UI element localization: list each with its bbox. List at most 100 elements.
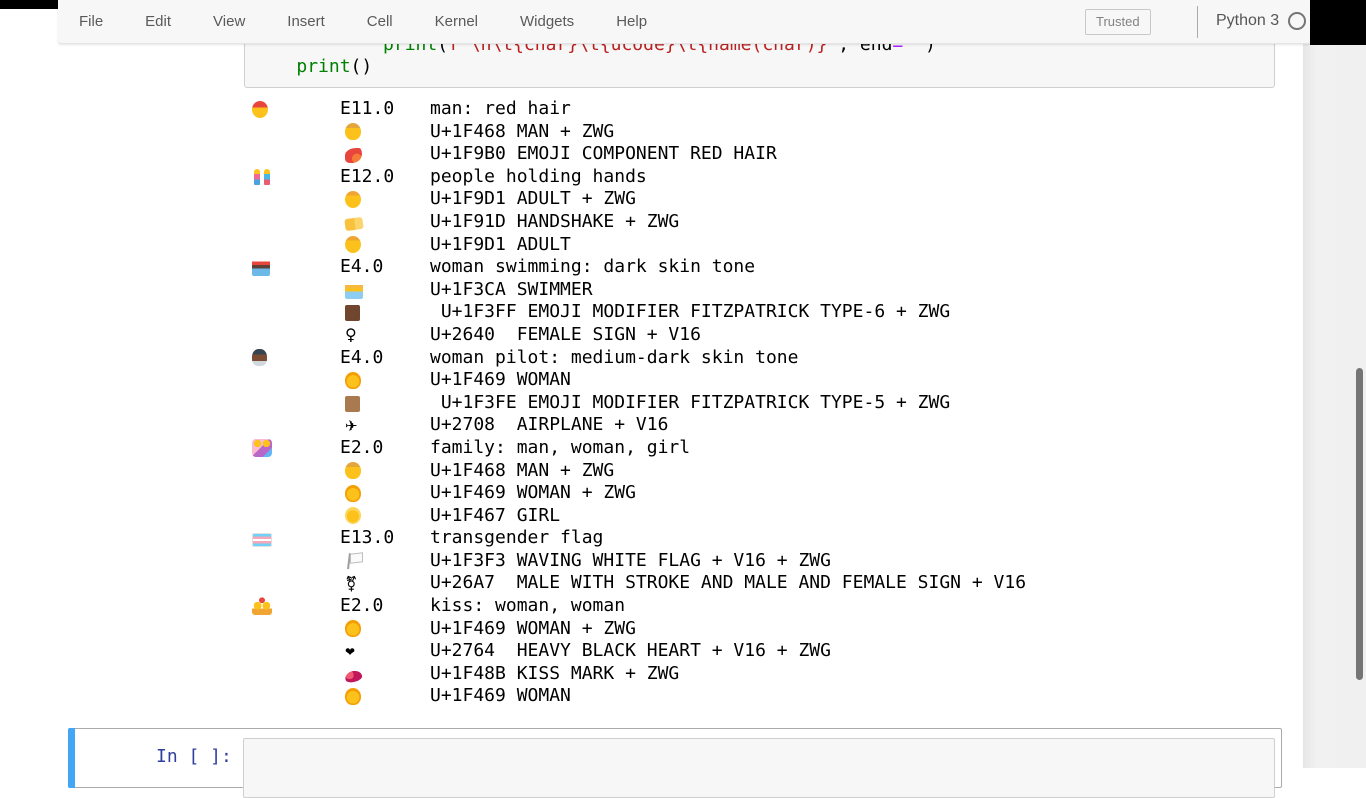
- emoji-man-icon: [345, 123, 361, 140]
- selected-cell-indicator: [68, 728, 75, 788]
- emoji-component-row: U+1F467 GIRL: [252, 505, 1026, 528]
- emoji-sequence-row: E13.0transgender flag: [252, 527, 1026, 550]
- airplane-icon: ✈: [345, 417, 363, 435]
- white-flag-icon: [345, 552, 363, 570]
- codepoint-text: U+1F9D1 ADULT + ZWG: [430, 188, 636, 211]
- codepoint-text: U+1F467 GIRL: [430, 505, 560, 528]
- emoji-version: E4.0: [340, 347, 430, 370]
- emoji-woman-swimming-dark-icon: [252, 260, 270, 276]
- codepoint-text: U+1F468 MAN + ZWG: [430, 121, 614, 144]
- emoji-component-row: U+1F3CA SWIMMER: [252, 279, 1026, 302]
- emoji-name: woman pilot: medium-dark skin tone: [430, 347, 798, 370]
- emoji-component-row: U+1F3F3 WAVING WHITE FLAG + V16 + ZWG: [252, 550, 1026, 573]
- codepoint-text: U+1F3FE EMOJI MODIFIER FITZPATRICK TYPE-…: [430, 392, 950, 415]
- heart-icon: ❤: [345, 643, 363, 661]
- emoji-component-row: U+1F468 MAN + ZWG: [252, 460, 1026, 483]
- emoji-woman-icon: [345, 485, 361, 502]
- emoji-dark-skin-tone-icon: [345, 305, 360, 321]
- emoji-component-row: U+1F3FE EMOJI MODIFIER FITZPATRICK TYPE-…: [252, 392, 1026, 415]
- codepoint-text: U+26A7 MALE WITH STROKE AND MALE AND FEM…: [430, 572, 1026, 595]
- kernel-name: Python 3: [1216, 12, 1279, 30]
- emoji-version: E12.0: [340, 166, 430, 189]
- codepoint-text: U+1F468 MAN + ZWG: [430, 460, 614, 483]
- emoji-kiss-mark-icon: [344, 669, 363, 684]
- emoji-name: woman swimming: dark skin tone: [430, 256, 755, 279]
- emoji-family-icon: [252, 439, 272, 457]
- menu-item-cell[interactable]: Cell: [346, 0, 414, 43]
- menu-item-kernel[interactable]: Kernel: [414, 0, 499, 43]
- codepoint-text: U+1F469 WOMAN: [430, 369, 571, 392]
- kernel-divider: [1197, 6, 1198, 38]
- code-input-area[interactable]: [243, 738, 1275, 798]
- emoji-adult-icon: [345, 236, 361, 253]
- notebook-menubar: File Edit View Insert Cell Kernel Widget…: [58, 0, 1310, 44]
- female-sign-icon: ♀: [345, 326, 363, 344]
- emoji-handshake-icon: [344, 217, 363, 231]
- emoji-name: man: red hair: [430, 98, 571, 121]
- transgender-sign-icon: ⚧: [345, 575, 363, 593]
- selected-code-cell[interactable]: In [ ]:: [68, 728, 1282, 788]
- emoji-woman-icon: [345, 688, 361, 705]
- cell-output: E11.0man: red hair U+1F468 MAN + ZWG U+1…: [252, 98, 1026, 708]
- emoji-component-row: ♀ U+2640 FEMALE SIGN + V16: [252, 324, 1026, 347]
- codepoint-text: U+1F3FF EMOJI MODIFIER FITZPATRICK TYPE-…: [430, 301, 950, 324]
- emoji-component-row: U+1F468 MAN + ZWG: [252, 121, 1026, 144]
- codepoint-text: U+1F9D1 ADULT: [430, 234, 571, 257]
- emoji-sequence-row: E2.0family: man, woman, girl: [252, 437, 1026, 460]
- emoji-swimmer-icon: [345, 283, 363, 299]
- emoji-version: E2.0: [340, 437, 430, 460]
- emoji-man-red-hair-icon: [252, 101, 268, 118]
- emoji-component-row: ✈ U+2708 AIRPLANE + V16: [252, 414, 1026, 437]
- emoji-name: kiss: woman, woman: [430, 595, 625, 618]
- codepoint-text: U+1F3CA SWIMMER: [430, 279, 593, 302]
- codepoint-text: U+1F469 WOMAN + ZWG: [430, 618, 636, 641]
- emoji-version: E4.0: [340, 256, 430, 279]
- emoji-transgender-flag-icon: [252, 533, 272, 547]
- scrollbar-thumb[interactable]: [1356, 368, 1363, 680]
- codepoint-text: U+1F469 WOMAN + ZWG: [430, 482, 636, 505]
- emoji-red-hair-icon: [345, 148, 362, 163]
- emoji-man-icon: [345, 462, 361, 479]
- codepoint-text: U+1F48B KISS MARK + ZWG: [430, 663, 679, 686]
- emoji-sequence-row: E11.0man: red hair: [252, 98, 1026, 121]
- emoji-version: E13.0: [340, 527, 430, 550]
- emoji-adult-icon: [345, 191, 361, 208]
- menu-item-view[interactable]: View: [192, 0, 266, 43]
- window-corner-edge: [1310, 0, 1366, 45]
- codepoint-text: U+1F3F3 WAVING WHITE FLAG + V16 + ZWG: [430, 550, 831, 573]
- emoji-sequence-row: E2.0kiss: woman, woman: [252, 595, 1026, 618]
- trusted-badge[interactable]: Trusted: [1085, 9, 1151, 35]
- emoji-name: people holding hands: [430, 166, 647, 189]
- emoji-component-row: U+1F3FF EMOJI MODIFIER FITZPATRICK TYPE-…: [252, 301, 1026, 324]
- emoji-sequence-row: E4.0woman pilot: medium-dark skin tone: [252, 347, 1026, 370]
- emoji-woman-icon: [345, 372, 361, 389]
- emoji-name: family: man, woman, girl: [430, 437, 690, 460]
- emoji-component-row: U+1F91D HANDSHAKE + ZWG: [252, 211, 1026, 234]
- codepoint-text: U+2708 AIRPLANE + V16: [430, 414, 668, 437]
- emoji-component-row: U+1F9D1 ADULT: [252, 234, 1026, 257]
- emoji-component-row: U+1F469 WOMAN + ZWG: [252, 482, 1026, 505]
- emoji-girl-icon: [345, 507, 361, 524]
- menu-item-help[interactable]: Help: [595, 0, 668, 43]
- menu-item-widgets[interactable]: Widgets: [499, 0, 595, 43]
- emoji-version: E11.0: [340, 98, 430, 121]
- emoji-name: transgender flag: [430, 527, 603, 550]
- emoji-woman-pilot-icon: [252, 349, 267, 366]
- code-line: print(): [253, 56, 1274, 78]
- codepoint-text: U+2764 HEAVY BLACK HEART + V16 + ZWG: [430, 640, 831, 663]
- emoji-component-row: U+1F9B0 EMOJI COMPONENT RED HAIR: [252, 143, 1026, 166]
- emoji-component-row: U+1F469 WOMAN: [252, 685, 1026, 708]
- menu-item-file[interactable]: File: [58, 0, 124, 43]
- menu-item-edit[interactable]: Edit: [124, 0, 192, 43]
- emoji-component-row: ⚧ U+26A7 MALE WITH STROKE AND MALE AND FE…: [252, 572, 1026, 595]
- codepoint-text: U+1F91D HANDSHAKE + ZWG: [430, 211, 679, 234]
- codepoint-text: U+1F469 WOMAN: [430, 685, 571, 708]
- input-prompt: In [ ]:: [156, 746, 232, 768]
- menu-item-insert[interactable]: Insert: [266, 0, 346, 43]
- emoji-component-row: U+1F48B KISS MARK + ZWG: [252, 663, 1026, 686]
- codepoint-text: U+2640 FEMALE SIGN + V16: [430, 324, 701, 347]
- emoji-people-holding-hands-icon: [252, 168, 272, 186]
- emoji-component-row: U+1F9D1 ADULT + ZWG: [252, 188, 1026, 211]
- emoji-kiss-couple-icon: [252, 597, 272, 615]
- codepoint-text: U+1F9B0 EMOJI COMPONENT RED HAIR: [430, 143, 777, 166]
